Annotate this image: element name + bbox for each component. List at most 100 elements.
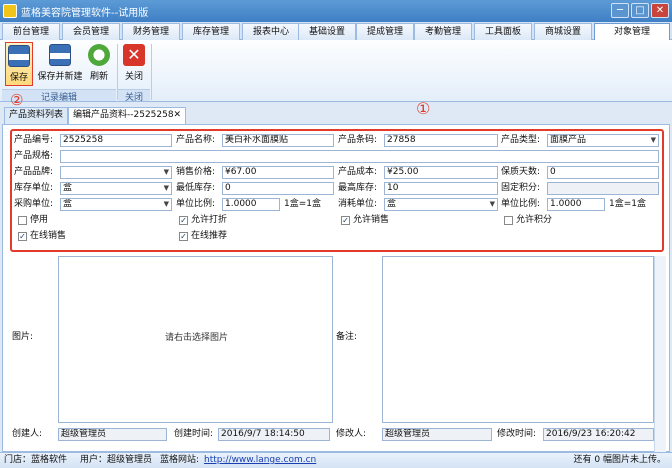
tab-mall-settings[interactable]: 商城设置 [534,23,592,40]
image-label: 图片: [12,332,34,342]
purchase-unit-label: 采购单位: [14,199,54,209]
chevron-down-icon: ▼ [489,200,495,208]
minimize-button[interactable]: ─ [611,3,629,18]
online-recommend-checkbox[interactable]: ✓ [179,232,188,241]
modify-time-field: 2016/9/23 16:20:42 [543,428,654,441]
cost-label: 产品成本: [338,167,378,177]
tab-commission[interactable]: 提成管理 [356,23,414,40]
allow-points-label: 允许积分 [516,215,553,225]
refresh-icon [88,44,110,66]
online-recommend-label: 在线推荐 [191,231,228,241]
stock-unit-label: 库存单位: [14,183,54,193]
ratio1-field[interactable]: 1.0000 [222,198,280,211]
upload-status: 还有 0 幅图片未上传。 [573,455,666,465]
chevron-down-icon: ▼ [650,136,656,144]
refresh-label: 刷新 [89,72,108,82]
disabled-checkbox[interactable] [18,216,27,225]
consume-unit-select[interactable]: 盒 ▼ [384,198,498,211]
red-x-icon: ✕ [123,44,145,66]
type-select[interactable]: 面膜产品 ▼ [547,134,659,147]
barcode-field[interactable]: 27858 [384,134,498,147]
create-time-field: 2016/9/7 18:14:50 [218,428,330,441]
close-button[interactable]: ✕ 关闭 [121,42,147,86]
brand-select[interactable]: ▼ [60,166,172,179]
tab-finance[interactable]: 财务管理 [122,23,180,40]
shelf-days-label: 保质天数: [501,167,541,177]
online-sale-checkbox[interactable]: ✓ [18,232,27,241]
close-tab-icon[interactable]: ✕ [173,108,181,123]
price-field[interactable]: ¥67.00 [222,166,334,179]
window-title: 蓝格美容院管理软件--试用版 [21,8,149,19]
product-no-label: 产品编号: [14,135,54,145]
tab-product-list[interactable]: 产品资料列表 [4,107,68,124]
min-stock-field[interactable]: 0 [222,182,334,195]
shelf-days-field[interactable]: 0 [547,166,659,179]
tab-tools[interactable]: 工具面板 [474,23,532,40]
close-label: 关闭 [124,72,143,82]
app-icon [3,4,17,18]
disabled-label: 停用 [30,215,49,225]
allow-sale-checkbox[interactable]: ✓ [341,216,350,225]
tab-edit-product[interactable]: 编辑产品资料--2525258 ✕ [68,107,186,124]
tab-basic-settings[interactable]: 基础设置 [298,23,356,40]
document-tabs: 产品资料列表 编辑产品资料--2525258 ✕ [0,107,672,124]
ratio1-text: 1盒=1盒 [284,199,321,209]
tab-inventory[interactable]: 库存管理 [182,23,240,40]
allow-points-checkbox[interactable] [504,216,513,225]
fixed-points-field[interactable] [547,182,659,195]
title-bar: 蓝格美容院管理软件--试用版 ─ □ ✕ [0,0,672,22]
online-sale-label: 在线销售 [30,231,67,241]
consume-unit-label: 消耗单位: [338,199,378,209]
site-label: 蓝格网站: [160,455,200,465]
purchase-unit-select[interactable]: 盒 ▼ [60,198,172,211]
user-status: 用户：超级管理员 [80,455,153,465]
status-bar: 门店：蓝格软件 用户：超级管理员 蓝格网站: http://www.lange.… [0,452,672,468]
modifier-label: 修改人: [336,429,367,439]
tab-front-desk[interactable]: 前台管理 [2,23,60,40]
product-no-field[interactable]: 2525258 [60,134,172,147]
group-separator [151,44,152,100]
chevron-down-icon: ▼ [163,200,169,208]
create-time-label: 创建时间: [174,429,214,439]
ratio2-field[interactable]: 1.0000 [547,198,605,211]
chevron-down-icon: ▼ [163,168,169,176]
ratio1-label: 单位比例: [176,199,216,209]
refresh-button[interactable]: 刷新 [86,42,112,86]
product-name-label: 产品名称: [176,135,216,145]
chevron-down-icon: ▼ [163,184,169,192]
vertical-scrollbar[interactable] [654,256,666,452]
marker-2: ② [10,91,24,109]
image-hint: 请右击选择图片 [165,333,229,343]
maximize-button[interactable]: □ [631,3,649,18]
spec-field[interactable] [60,150,659,163]
creator-label: 创建人: [12,429,43,439]
type-value: 面膜产品 [550,135,587,145]
tab-attendance[interactable]: 考勤管理 [414,23,472,40]
remark-area[interactable] [382,256,654,423]
max-stock-field[interactable]: 10 [384,182,498,195]
edit-product-panel: 产品编号: 2525258 产品名称: 美白补水面膜贴 产品条码: 27858 … [2,124,670,452]
fixed-points-label: 固定积分: [501,183,541,193]
ratio2-label: 单位比例: [501,199,541,209]
tab-member[interactable]: 会员管理 [62,23,120,40]
site-link[interactable]: http://www.lange.com.cn [204,453,316,468]
type-label: 产品类型: [501,135,541,145]
product-name-field[interactable]: 美白补水面膜贴 [222,134,334,147]
close-window-button[interactable]: ✕ [651,3,669,18]
stock-unit-select[interactable]: 盒 ▼ [60,182,172,195]
remark-label: 备注: [336,332,358,342]
floppy-plus-icon [49,44,71,66]
image-area[interactable]: 请右击选择图片 [58,256,333,423]
save-new-button[interactable]: 保存并新建 [36,42,84,86]
cost-field[interactable]: ¥25.00 [384,166,498,179]
spec-label: 产品规格: [14,151,54,161]
modifier-field: 超级管理员 [382,428,492,441]
barcode-label: 产品条码: [338,135,378,145]
consume-unit-value: 盒 [387,199,397,209]
save-button[interactable]: 保存 [5,42,33,86]
tab-reports[interactable]: 报表中心 [242,23,300,40]
stock-unit-value: 盒 [63,183,73,193]
tab-object-management[interactable]: 对象管理 [594,23,670,41]
allow-discount-checkbox[interactable]: ✓ [179,216,188,225]
creator-field: 超级管理员 [58,428,167,441]
